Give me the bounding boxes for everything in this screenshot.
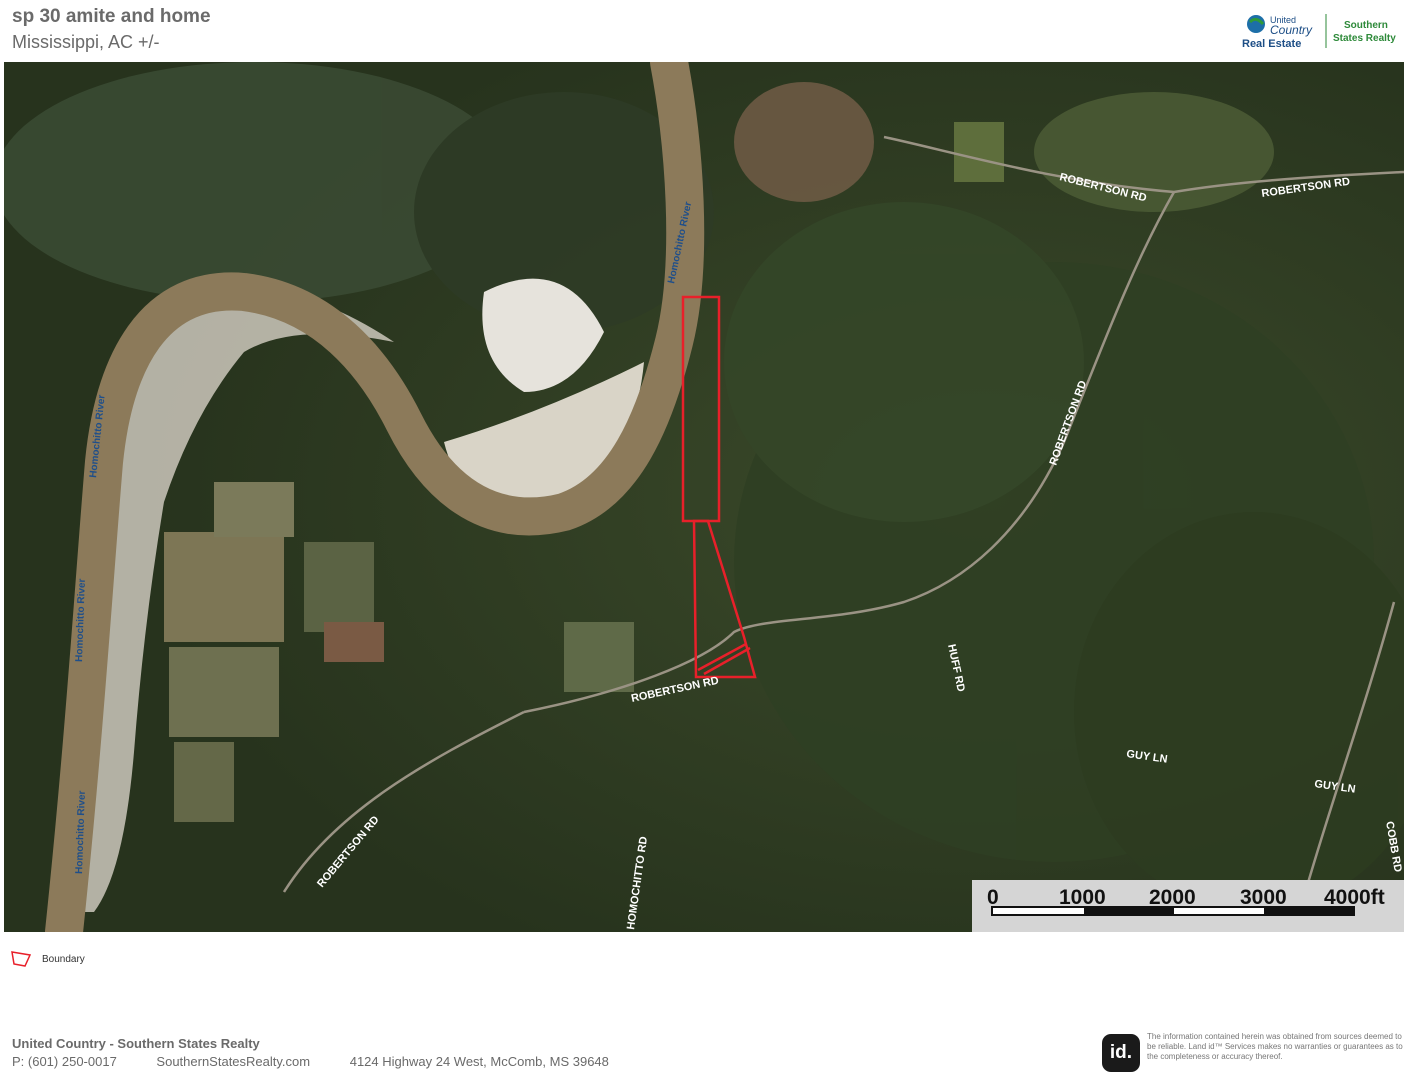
brand-line2: States Realty	[1333, 33, 1396, 44]
scale-tick-4000: 4000ft	[1324, 886, 1385, 909]
united-country-logo: United Country Real Estate Southern Stat…	[1240, 10, 1402, 52]
scale-tick-1000: 1000	[1059, 886, 1106, 909]
boundary-swatch-icon	[11, 951, 32, 967]
scale-tick-2000: 2000	[1149, 886, 1196, 909]
scale-tick-0: 0	[987, 886, 999, 909]
aerial-map[interactable]: ROBERTSON RD ROBERTSON RD ROBERTSON RD R…	[4, 62, 1404, 932]
footer-website[interactable]: SouthernStatesRealty.com	[156, 1054, 310, 1069]
footer-address: 4124 Highway 24 West, McComb, MS 39648	[349, 1054, 609, 1069]
disclaimer: The information contained herein was obt…	[1147, 1032, 1403, 1061]
land-id-logo: id.	[1102, 1034, 1140, 1072]
legend-label: Boundary	[42, 953, 85, 965]
brand-line1: Southern	[1344, 20, 1388, 31]
page-title: sp 30 amite and home	[12, 6, 211, 27]
footer-phone: P: (601) 250-0017	[12, 1054, 117, 1069]
page-subtitle: Mississippi, AC +/-	[12, 32, 160, 52]
map-legend: Boundary	[10, 950, 85, 968]
logo-line3: Real Estate	[1242, 38, 1301, 50]
scale-bar: 0 1000 2000 3000 4000ft	[972, 880, 1404, 932]
scale-tick-3000: 3000	[1240, 886, 1287, 909]
footer-contact: P: (601) 250-0017 SouthernStatesRealty.c…	[12, 1054, 645, 1069]
logo-line2: Country	[1270, 23, 1313, 37]
footer-company: United Country - Southern States Realty	[12, 1036, 260, 1051]
